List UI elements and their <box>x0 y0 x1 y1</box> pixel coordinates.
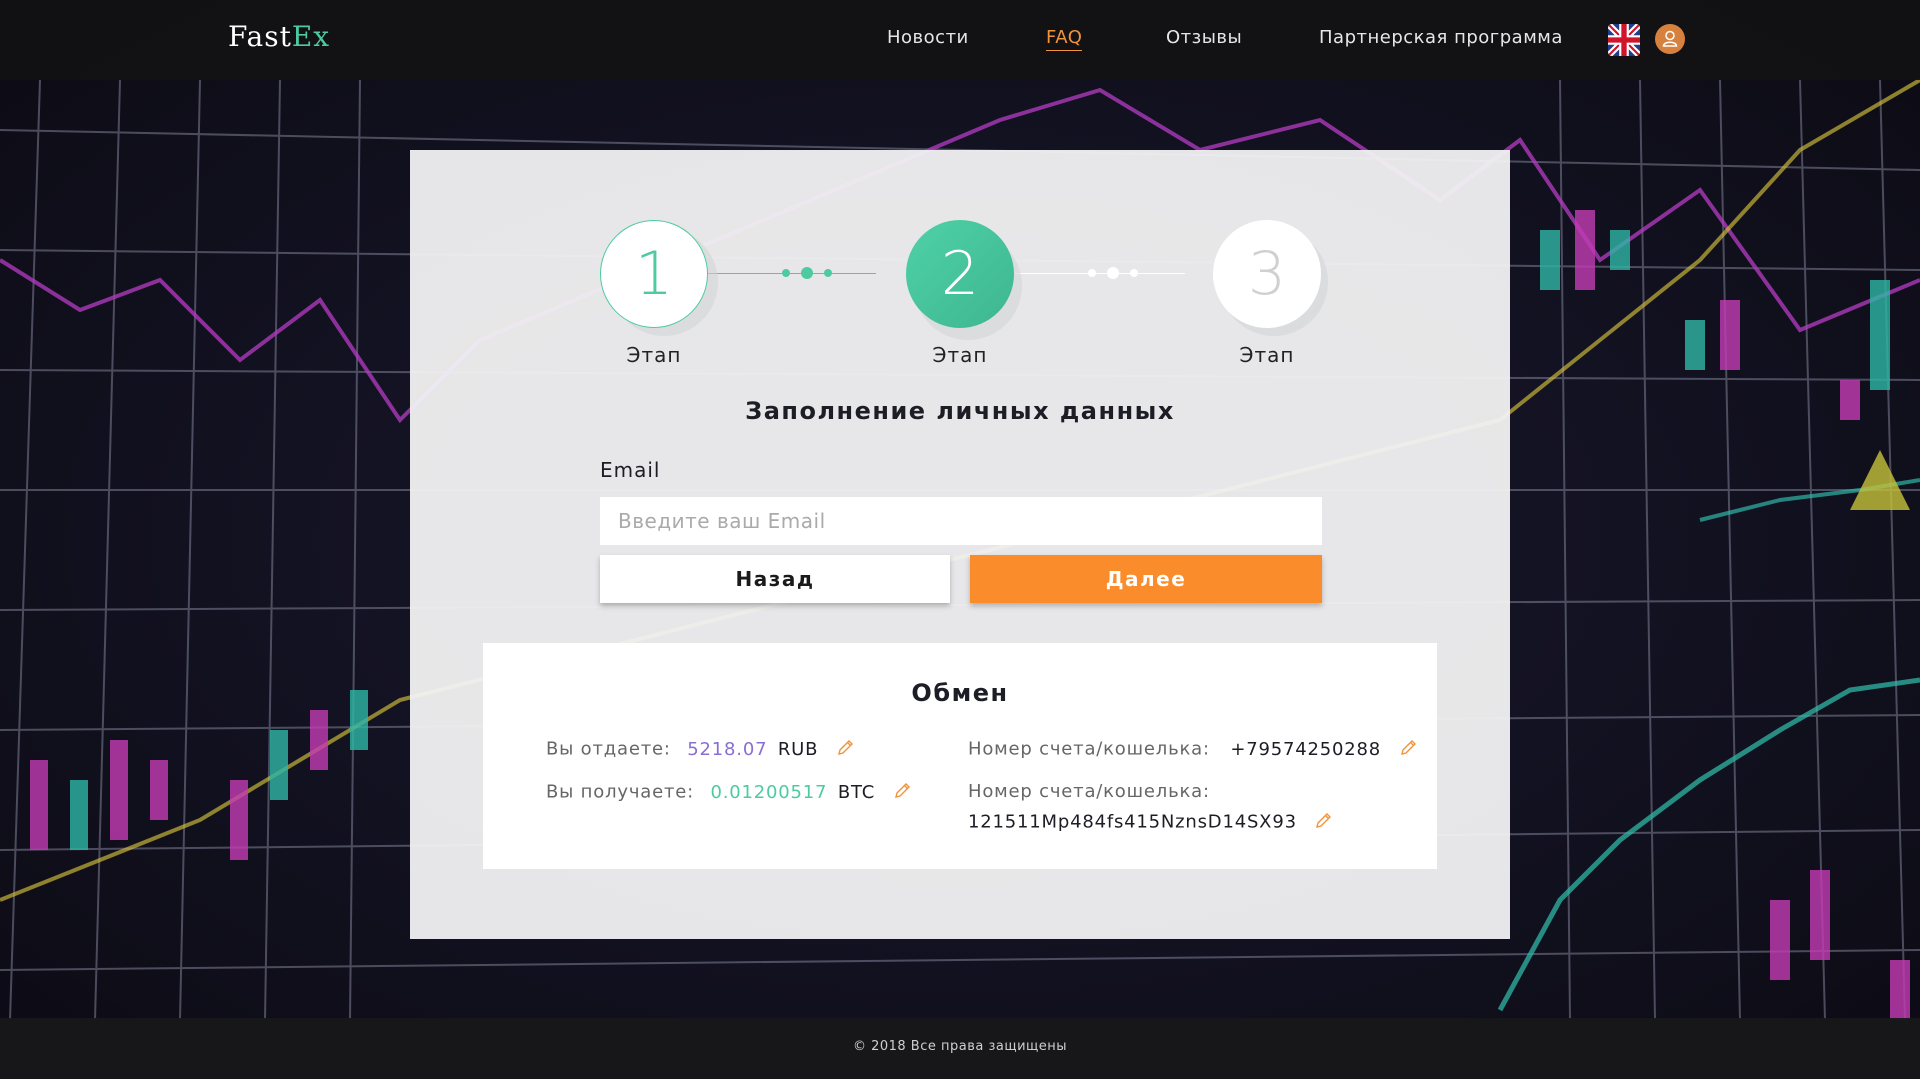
nav-reviews[interactable]: Отзывы <box>1166 27 1242 48</box>
edit-pencil-icon[interactable] <box>1400 738 1418 761</box>
step-2-label: Этап <box>932 343 988 367</box>
step-1-circle: 1 <box>600 220 708 328</box>
top-navbar: FastEx Новости FAQ Отзывы Партнерская пр… <box>0 0 1920 80</box>
back-button[interactable]: Назад <box>600 555 950 603</box>
edit-pencil-icon[interactable] <box>1315 811 1333 834</box>
connector-dot <box>1107 267 1119 279</box>
step-1-label: Этап <box>626 343 682 367</box>
get-amount: 0.01200517 <box>710 781 828 803</box>
next-button[interactable]: Далее <box>970 555 1322 603</box>
account-row-2-value: 121511Mp484fs415NznsD14SX93 <box>968 811 1333 834</box>
get-currency: BTC <box>837 781 876 803</box>
nav-faq[interactable]: FAQ <box>1046 27 1083 51</box>
nav-news[interactable]: Новости <box>887 27 969 48</box>
footer: © 2018 Все права защищены <box>0 1018 1920 1079</box>
account-2-value: 121511Mp484fs415NznsD14SX93 <box>968 811 1297 833</box>
connector-dot <box>824 269 832 277</box>
account-row-2-label: Номер счета/кошелька: <box>968 781 1210 802</box>
connector-dot <box>1088 269 1096 277</box>
step-connector-2 <box>1015 273 1185 274</box>
get-row: Вы получаете: 0.01200517 BTC <box>546 781 912 804</box>
copyright-text: © 2018 Все права защищены <box>852 1039 1068 1054</box>
give-label: Вы отдаете: <box>546 738 671 760</box>
exchange-title: Обмен <box>911 679 1009 707</box>
account-row-1: Номер счета/кошелька: +79574250288 <box>968 738 1418 761</box>
nav-partner-program[interactable]: Партнерская программа <box>1319 27 1563 48</box>
exchange-wizard-panel: 1 Этап 2 Этап 3 Этап Заполнение личных д… <box>410 150 1510 939</box>
user-icon[interactable] <box>1655 24 1685 54</box>
give-currency: RUB <box>777 738 819 760</box>
get-label: Вы получаете: <box>546 781 694 803</box>
connector-dot <box>1130 269 1138 277</box>
account-1-value: +79574250288 <box>1230 738 1382 760</box>
email-label: Email <box>600 458 661 482</box>
exchange-summary-card: Обмен Вы отдаете: 5218.07 RUB Вы получае… <box>483 643 1437 869</box>
edit-pencil-icon[interactable] <box>894 781 912 804</box>
account-1-label: Номер счета/кошелька: <box>968 738 1210 760</box>
step-3-label: Этап <box>1239 343 1295 367</box>
logo-text-fast: Fast <box>228 20 292 53</box>
connector-dot <box>801 267 813 279</box>
give-amount: 5218.07 <box>687 738 768 760</box>
step-connector-1 <box>708 273 876 274</box>
connector-dot <box>782 269 790 277</box>
logo[interactable]: FastEx <box>228 20 330 53</box>
step-2-circle: 2 <box>906 220 1014 328</box>
edit-pencil-icon[interactable] <box>837 738 855 761</box>
account-2-label: Номер счета/кошелька: <box>968 781 1210 802</box>
uk-flag-icon[interactable] <box>1608 24 1640 56</box>
logo-text-ex: Ex <box>291 20 331 53</box>
give-row: Вы отдаете: 5218.07 RUB <box>546 738 855 761</box>
email-input[interactable] <box>600 497 1322 545</box>
step-3-circle: 3 <box>1213 220 1321 328</box>
form-title: Заполнение личных данных <box>745 397 1175 425</box>
